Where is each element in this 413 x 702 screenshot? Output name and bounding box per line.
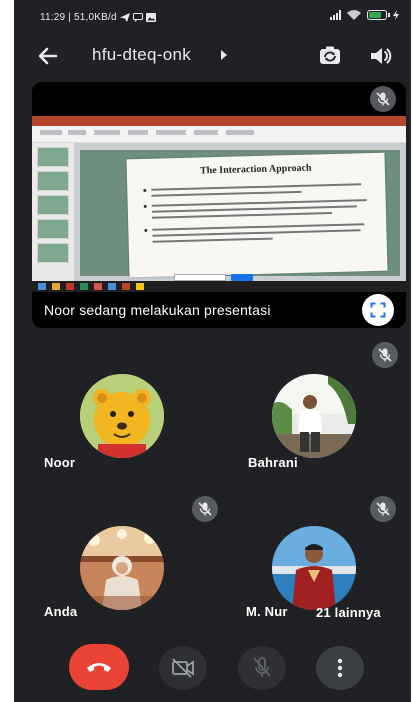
charging-icon [393, 10, 399, 20]
participant-name: M. Nur [246, 604, 288, 619]
top-app-bar: hfu-dteq-onk [14, 36, 411, 76]
avatar [272, 526, 356, 610]
mic-toggle-button[interactable] [238, 646, 286, 690]
participant-name: Anda [44, 604, 78, 619]
battery-icon [367, 10, 390, 20]
chevron-right-icon[interactable] [221, 50, 227, 60]
mic-off-icon [376, 92, 390, 106]
slide-title: The Interaction Approach [199, 162, 312, 177]
mic-off-badge [370, 496, 396, 522]
mic-off-icon [376, 502, 390, 516]
presentation-tile[interactable]: The Interaction Approach Noor sedang mel… [32, 82, 406, 328]
signal-icon [330, 10, 341, 20]
status-left: 11:29 | 51,0KB/d [40, 12, 156, 23]
mic-off-badge [372, 342, 398, 368]
taskbar [32, 281, 406, 292]
ppt-ribbon [32, 126, 406, 143]
participant-tile-noor[interactable]: Noor [32, 338, 220, 493]
avatar [80, 374, 164, 458]
participant-tile-anda[interactable]: Anda [32, 494, 220, 649]
ppt-title-bar [32, 116, 406, 126]
mic-off-icon [378, 348, 392, 362]
avatar [272, 374, 356, 458]
camera-toggle-button[interactable] [159, 646, 207, 690]
status-right [330, 10, 399, 20]
speaker-icon[interactable] [366, 42, 394, 70]
camera-off-icon [172, 658, 194, 678]
more-options-button[interactable] [316, 646, 364, 690]
wifi-icon [347, 10, 361, 20]
chat-icon [132, 13, 143, 22]
others-count[interactable]: 21 lainnya [316, 605, 381, 620]
status-time: 11:29 | 51,0KB/d [40, 12, 117, 23]
meeting-code[interactable]: hfu-dteq-onk [92, 45, 191, 65]
switch-camera-icon[interactable] [316, 42, 344, 70]
slide-thumbnails [32, 143, 74, 281]
mic-off-icon [253, 657, 271, 677]
taskbar-button [231, 274, 253, 281]
status-bar: 11:29 | 51,0KB/d [14, 0, 411, 34]
more-options-icon [337, 658, 343, 678]
participant-tile-m-nur[interactable]: M. Nur [220, 494, 408, 649]
presenter-mic-off-badge [370, 86, 396, 112]
back-arrow-icon[interactable] [34, 42, 62, 70]
end-call-button[interactable] [69, 644, 129, 690]
participant-name: Bahrani [248, 455, 298, 470]
gallery-icon [145, 13, 156, 22]
participant-tile-bahrani[interactable]: Bahrani [220, 338, 408, 493]
mic-off-badge [192, 496, 218, 522]
mic-off-icon [198, 502, 212, 516]
fullscreen-icon [370, 302, 386, 318]
shared-screen: The Interaction Approach [32, 116, 406, 292]
fullscreen-button[interactable] [362, 294, 394, 326]
presentation-caption: Noor sedang melakukan presentasi [44, 302, 271, 318]
slide-content: The Interaction Approach [126, 152, 388, 278]
meet-screen: 11:29 | 51,0KB/d hfu-dteq-onk The Intera… [14, 0, 411, 702]
end-call-icon [87, 663, 111, 672]
taskbar-search [174, 274, 226, 281]
participant-name: Noor [44, 455, 76, 470]
send-icon [119, 13, 130, 22]
avatar [80, 526, 164, 610]
